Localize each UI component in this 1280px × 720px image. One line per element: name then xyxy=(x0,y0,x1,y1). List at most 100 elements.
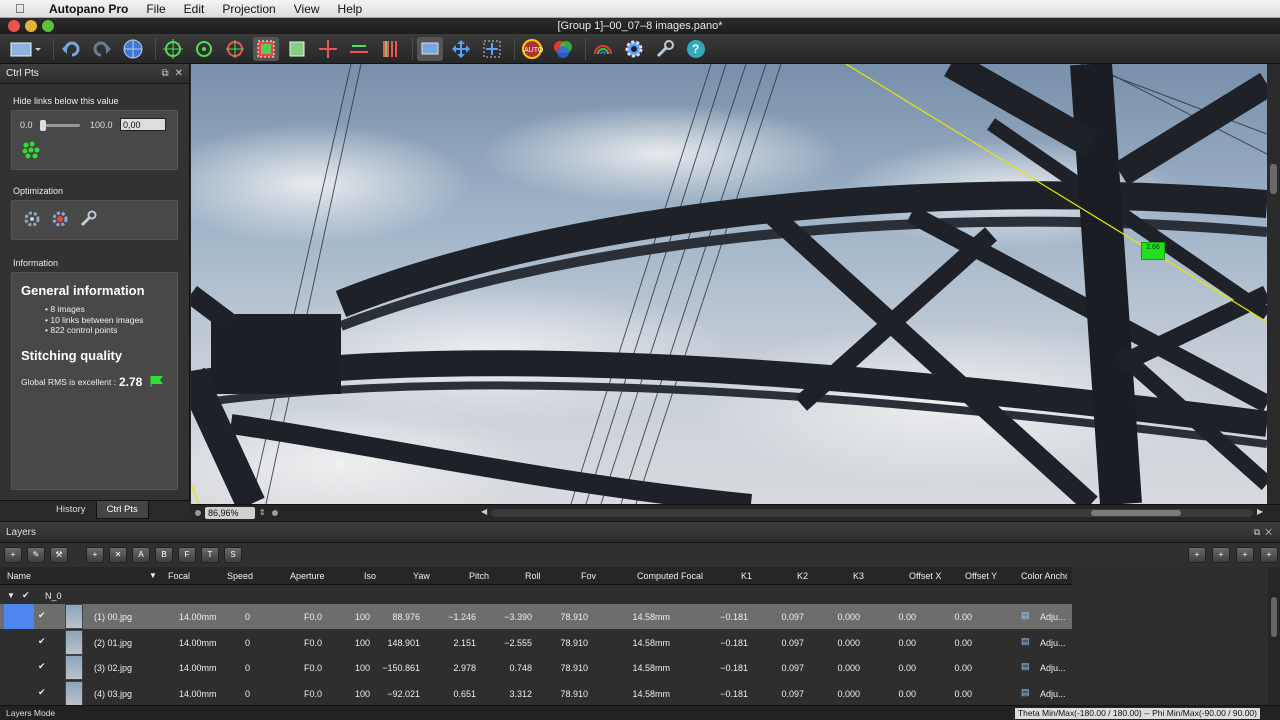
undo-icon[interactable] xyxy=(58,37,84,61)
col-color-anchor[interactable]: Color Anchor xyxy=(1021,571,1067,581)
right-tool-3-icon[interactable]: + xyxy=(1236,547,1254,563)
color-anchor-icon[interactable]: ▤ xyxy=(1021,661,1030,672)
vertical-lines-icon[interactable] xyxy=(377,37,403,61)
layer-mode-t-button[interactable]: T xyxy=(201,547,219,563)
wrench-icon[interactable] xyxy=(78,209,98,232)
slider-handle[interactable] xyxy=(40,120,46,131)
scroll-right-icon[interactable]: ▶ xyxy=(1257,507,1263,516)
color-anchor-icon[interactable]: ▤ xyxy=(1021,610,1030,621)
optimize-icon[interactable] xyxy=(22,209,42,232)
threshold-slider[interactable] xyxy=(40,120,80,131)
color-anchor-icon[interactable]: ▤ xyxy=(1021,687,1030,698)
zoom-stepper[interactable]: 86,96% xyxy=(205,506,255,519)
layers-detach-icon[interactable]: ⧉ ✕ xyxy=(1254,527,1272,538)
horizontal-scroll-thumb[interactable] xyxy=(1091,510,1181,516)
viewport-vertical-scrollbar[interactable] xyxy=(1267,64,1280,504)
col-name[interactable]: Name xyxy=(7,571,31,581)
col-k1[interactable]: K1 xyxy=(741,571,752,581)
sort-chevron-down-icon[interactable]: ▼ xyxy=(149,571,157,580)
help-icon[interactable]: ? xyxy=(683,37,709,61)
tab-ctrl-pts[interactable]: Ctrl Pts xyxy=(95,501,149,519)
col-offset-y[interactable]: Offset Y xyxy=(965,571,997,581)
menu-projection[interactable]: Projection xyxy=(213,2,284,16)
rotate-icon[interactable] xyxy=(222,37,248,61)
col-k2[interactable]: K2 xyxy=(797,571,808,581)
right-tool-2-icon[interactable]: + xyxy=(1212,547,1230,563)
crosshair-target-icon[interactable] xyxy=(191,37,217,61)
layer-mode-b-button[interactable]: B xyxy=(155,547,173,563)
layer-mode-a-button[interactable]: A xyxy=(132,547,150,563)
layers-scroll-thumb[interactable] xyxy=(1271,597,1277,637)
layer-mode-f-button[interactable]: F xyxy=(178,547,196,563)
menu-edit[interactable]: Edit xyxy=(175,2,214,16)
layer-check-icon[interactable]: ✔ xyxy=(38,687,46,698)
layer-tool-icon[interactable]: ⚒ xyxy=(50,547,68,563)
vertical-scroll-thumb[interactable] xyxy=(1270,164,1277,194)
minimize-window-button[interactable] xyxy=(25,20,37,32)
right-tool-4-icon[interactable]: + xyxy=(1260,547,1278,563)
straighten-icon[interactable] xyxy=(346,37,372,61)
zoom-arrows-icon[interactable]: ⇕ xyxy=(259,508,266,517)
table-row[interactable]: ✔ (1) 00.jpg 14.00mm 0 F0.0 100 88.976 −1.246 −3… xyxy=(0,604,1072,629)
col-roll[interactable]: Roll xyxy=(525,571,541,581)
delete-layer-icon[interactable]: ✕ xyxy=(109,547,127,563)
detach-icon[interactable]: ⧉ xyxy=(161,68,168,79)
layer-check-icon[interactable]: ✔ xyxy=(38,661,46,672)
col-k3[interactable]: K3 xyxy=(853,571,864,581)
new-group-icon[interactable]: + xyxy=(86,547,104,563)
crop-icon[interactable] xyxy=(284,37,310,61)
color-anchor-icon[interactable]: ▤ xyxy=(1021,636,1030,647)
zoom-window-button[interactable] xyxy=(42,20,54,32)
col-focal[interactable]: Focal xyxy=(168,571,190,581)
menu-file[interactable]: File xyxy=(137,2,174,16)
menu-view[interactable]: View xyxy=(285,2,329,16)
scroll-left-icon[interactable]: ◀ xyxy=(481,507,487,516)
expand-triangle-icon[interactable]: ▼ xyxy=(7,591,15,600)
layer-edit-icon[interactable]: ✎ xyxy=(27,547,45,563)
points-grid-icon[interactable] xyxy=(22,141,40,162)
threshold-stepper[interactable]: 0,00 xyxy=(120,118,166,131)
tab-history[interactable]: History xyxy=(46,501,96,519)
col-offset-x[interactable]: Offset X xyxy=(909,571,941,581)
settings-gear-icon[interactable] xyxy=(621,37,647,61)
view-mode-icon[interactable] xyxy=(6,37,44,61)
col-computed-focal[interactable]: Computed Focal xyxy=(637,571,703,581)
cell-anchor[interactable]: Adju... xyxy=(1040,663,1066,673)
optimize-advanced-icon[interactable] xyxy=(50,209,70,232)
menu-app[interactable]: Autopano Pro xyxy=(40,2,137,16)
col-yaw[interactable]: Yaw xyxy=(413,571,430,581)
col-aperture[interactable]: Aperture xyxy=(290,571,325,581)
globe-icon[interactable] xyxy=(120,37,146,61)
table-row[interactable]: ✔ (2) 01.jpg 14.00mm 0 F0.0 100 148.901 2.151 −2… xyxy=(0,629,1072,655)
add-layer-icon[interactable]: + xyxy=(4,547,22,563)
move-icon[interactable] xyxy=(448,37,474,61)
select-area-icon[interactable] xyxy=(253,36,279,61)
menu-help[interactable]: Help xyxy=(329,2,372,16)
preview-icon[interactable] xyxy=(417,36,443,61)
viewport-horizontal-scrollbar[interactable]: ◀ ▶ xyxy=(481,507,1263,517)
layers-vertical-scrollbar[interactable] xyxy=(1268,567,1280,707)
fit-icon[interactable] xyxy=(479,37,505,61)
table-row[interactable]: ✔ (3) 02.jpg 14.00mm 0 F0.0 100 −150.861 2.978 0… xyxy=(0,655,1072,680)
col-iso[interactable]: Iso xyxy=(364,571,376,581)
panorama-viewport[interactable]: 2.66 xyxy=(191,64,1267,504)
close-icon[interactable]: ✕ xyxy=(175,68,183,79)
apple-icon[interactable]:  xyxy=(0,1,40,16)
group-check-icon[interactable]: ✔ xyxy=(22,590,30,601)
redo-icon[interactable] xyxy=(89,37,115,61)
layer-mode-s-button[interactable]: S xyxy=(224,547,242,563)
col-speed[interactable]: Speed xyxy=(227,571,253,581)
color-wheel-icon[interactable] xyxy=(550,37,576,61)
cell-anchor[interactable]: Adju... xyxy=(1040,612,1066,622)
layer-group-row[interactable]: ▼ ✔ N_0 xyxy=(0,587,1072,603)
right-tool-1-icon[interactable]: + xyxy=(1188,547,1206,563)
control-point-marker[interactable]: 2.66 xyxy=(1141,242,1165,260)
layer-check-icon[interactable]: ✔ xyxy=(38,636,46,647)
auto-color-icon[interactable]: AUTO xyxy=(519,37,545,61)
cell-anchor[interactable]: Adju... xyxy=(1040,689,1066,699)
col-pitch[interactable]: Pitch xyxy=(469,571,489,581)
table-row[interactable]: ✔ (4) 03.jpg 14.00mm 0 F0.0 100 −92.021 0.651 3.… xyxy=(0,680,1072,706)
close-window-button[interactable] xyxy=(8,20,20,32)
crosshair-plus-icon[interactable] xyxy=(160,37,186,61)
cell-anchor[interactable]: Adju... xyxy=(1040,638,1066,648)
